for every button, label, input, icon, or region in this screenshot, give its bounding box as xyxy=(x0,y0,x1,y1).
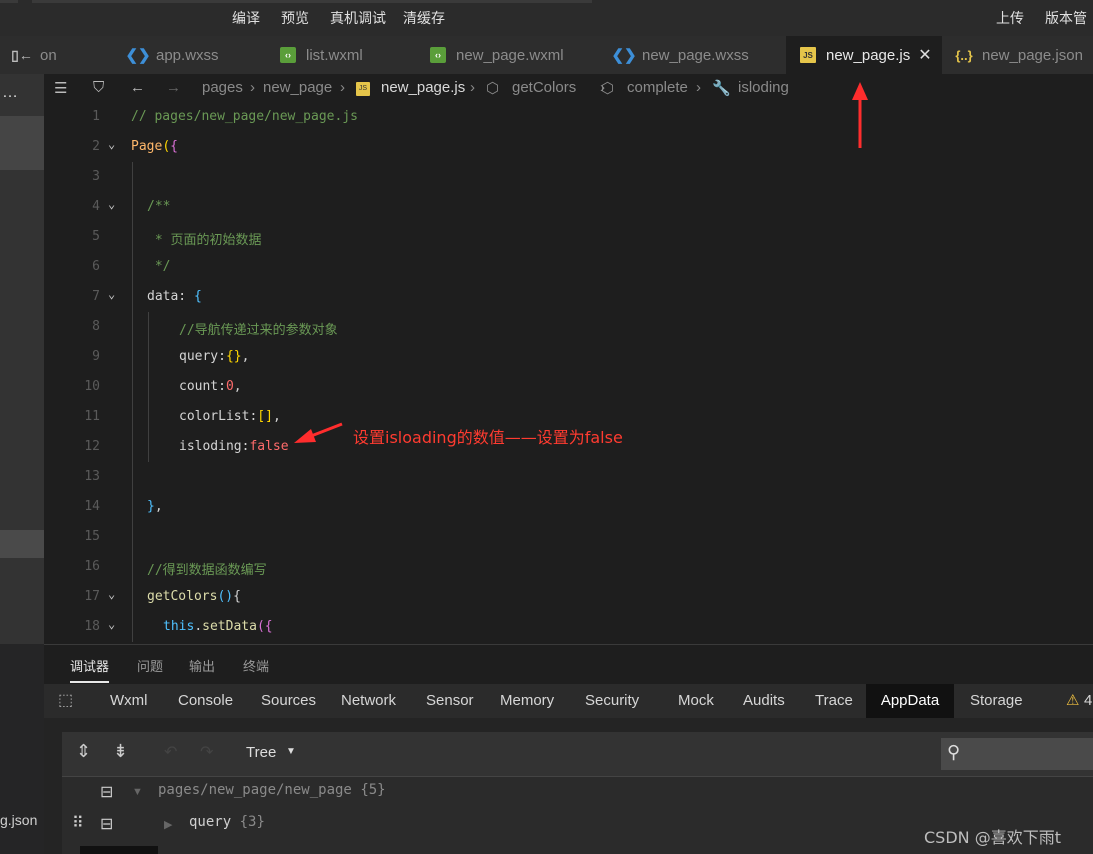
collapse-all-icon[interactable]: ⇟ xyxy=(113,741,128,762)
panel-resize-bar[interactable] xyxy=(80,846,158,854)
chevron-down-icon[interactable]: ▼ xyxy=(286,746,296,757)
tab-output[interactable]: 输出 xyxy=(189,656,215,675)
tab-sensor[interactable]: Sensor xyxy=(426,684,474,718)
tab-wxml[interactable]: Wxml xyxy=(110,684,148,718)
warning-count[interactable]: 4 xyxy=(1084,684,1092,718)
tab-sources[interactable]: Sources xyxy=(261,684,316,718)
tab-debugger[interactable]: 调试器 xyxy=(70,656,110,683)
view-mode-select[interactable]: Tree xyxy=(246,744,276,761)
annotation-arrow-icon xyxy=(294,422,343,443)
tree-child-count: {3} xyxy=(239,814,265,830)
search-icon: ⚲ xyxy=(947,742,961,762)
tab-network[interactable]: Network xyxy=(341,684,396,718)
tree-root-path: pages/new_page/new_page xyxy=(158,782,352,798)
tab-problems[interactable]: 问题 xyxy=(137,656,163,675)
watermark: CSDN @喜欢下雨t xyxy=(924,828,1061,847)
devtools-tab-bar: ⬚ Wxml Console Sources Network Sensor Me… xyxy=(44,684,1093,718)
appdata-search-input[interactable]: ⚲ xyxy=(941,738,1093,770)
tab-security[interactable]: Security xyxy=(585,684,639,718)
tree-root-node[interactable]: pages/new_page/new_page {5} xyxy=(158,782,386,798)
tab-terminal[interactable]: 终端 xyxy=(243,656,269,675)
annotation-text: 设置isloading的数值——设置为false xyxy=(353,428,623,447)
inspect-cursor-icon[interactable]: ⬚ xyxy=(58,684,73,718)
object-box-icon[interactable]: ⊟ xyxy=(100,814,113,834)
tree-child-node[interactable]: query {3} xyxy=(189,814,265,830)
tree-child-key: query xyxy=(189,814,232,830)
panel-tab-bar: 调试器 问题 输出 终端 xyxy=(44,644,1093,685)
drag-handle-icon[interactable]: ⠿ xyxy=(72,813,84,833)
annotation-arrow-icon xyxy=(852,82,868,148)
tab-appdata[interactable]: AppData xyxy=(866,684,954,718)
chevron-right-icon[interactable]: ▶ xyxy=(164,818,172,831)
warning-icon[interactable]: ⚠ xyxy=(1066,684,1079,718)
tab-storage[interactable]: Storage xyxy=(970,684,1023,718)
redo-icon[interactable]: ↷ xyxy=(200,742,213,762)
tree-root-count: {5} xyxy=(360,782,386,798)
tab-trace[interactable]: Trace xyxy=(815,684,853,718)
object-box-icon[interactable]: ⊟ xyxy=(100,782,113,802)
tab-mock[interactable]: Mock xyxy=(678,684,714,718)
tab-memory[interactable]: Memory xyxy=(500,684,554,718)
appdata-toolbar: ⇕ ⇟ ↶ ↷ Tree ▼ xyxy=(62,732,1093,777)
tab-audits[interactable]: Audits xyxy=(743,684,785,718)
undo-icon[interactable]: ↶ xyxy=(164,742,177,762)
expand-all-icon[interactable]: ⇕ xyxy=(76,741,91,762)
tab-console[interactable]: Console xyxy=(178,684,233,718)
chevron-down-icon[interactable]: ▼ xyxy=(132,786,143,798)
